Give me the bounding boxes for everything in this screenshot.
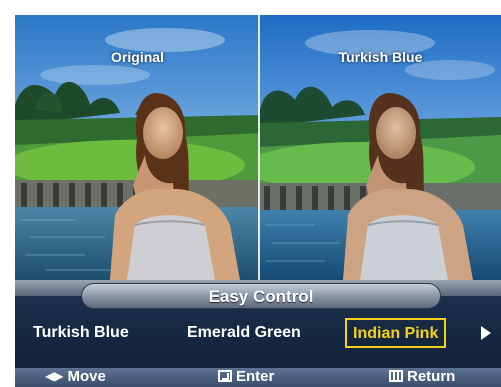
adjusted-pane: Turkish Blue: [260, 15, 501, 280]
enter-icon: [218, 370, 232, 382]
menu-title: Easy Control: [81, 283, 441, 309]
move-hint: ◀▶ Move: [45, 368, 106, 387]
next-arrow-icon[interactable]: [481, 326, 491, 340]
option-indian-pink[interactable]: Indian Pink: [345, 318, 447, 348]
tv-screen: Original Turkish Blue Easy Control Turki…: [0, 0, 501, 387]
left-right-arrows-icon: ◀▶: [45, 369, 64, 383]
return-hint: Return: [389, 368, 455, 387]
enter-hint-label: Enter: [236, 368, 275, 385]
picture-preview: Original Turkish Blue: [15, 15, 501, 280]
easy-control-menu: Easy Control Turkish Blue Emerald Green …: [15, 280, 501, 387]
option-row: Turkish Blue Emerald Green Indian Pink: [15, 315, 501, 351]
original-label: Original: [111, 49, 164, 65]
adjusted-label: Turkish Blue: [338, 49, 423, 65]
menu-return-icon: [389, 370, 403, 382]
option-emerald-green[interactable]: Emerald Green: [187, 315, 301, 351]
original-pane: Original: [15, 15, 260, 280]
option-turkish-blue[interactable]: Turkish Blue: [33, 315, 129, 351]
key-hint-bar: ◀▶ Move Enter Return: [15, 368, 501, 387]
enter-hint: Enter: [218, 368, 274, 387]
move-hint-label: Move: [67, 368, 106, 385]
return-hint-label: Return: [407, 368, 456, 385]
